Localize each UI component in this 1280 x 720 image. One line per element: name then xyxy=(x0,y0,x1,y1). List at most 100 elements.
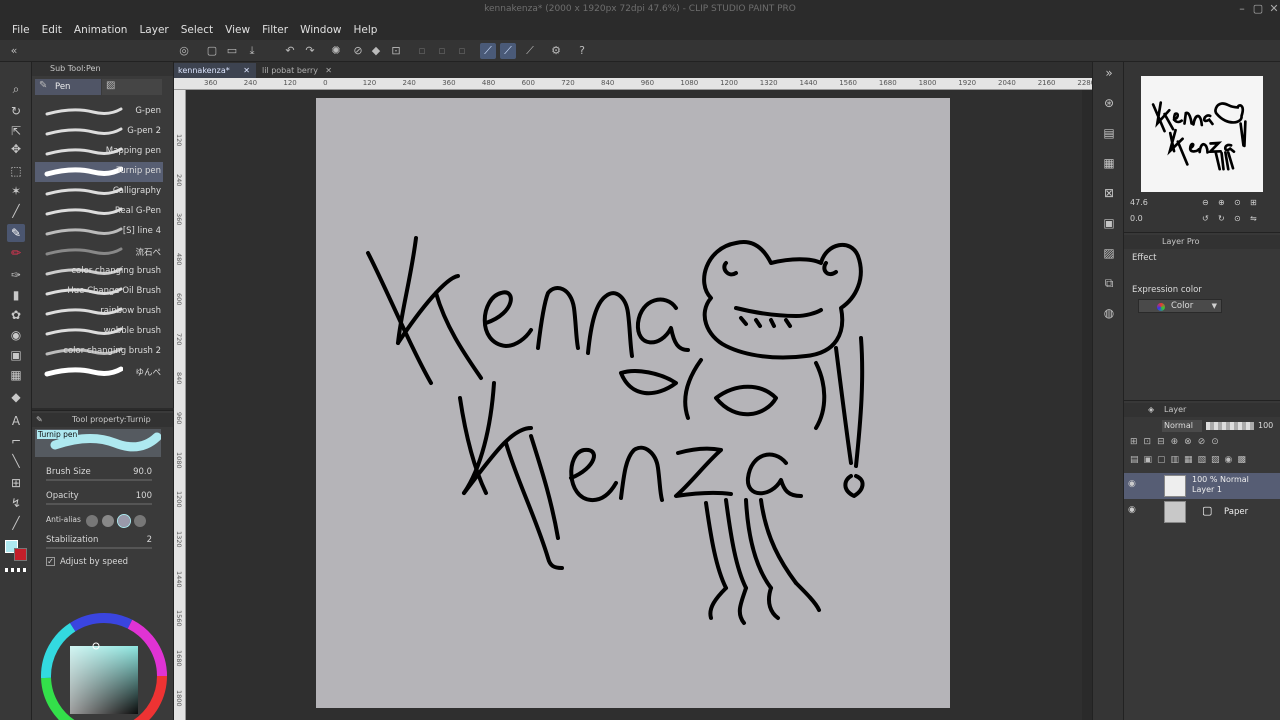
redo-icon[interactable]: ↷ xyxy=(302,43,318,59)
antialias-weak-button[interactable] xyxy=(102,515,114,527)
tab-lil-pobat-berry[interactable]: lil pobat berry ✕ xyxy=(258,63,338,78)
menu-animation[interactable]: Animation xyxy=(74,24,128,36)
rotate-right-icon[interactable]: ↻ xyxy=(1218,214,1225,223)
decoration-icon[interactable]: ✿ xyxy=(7,306,25,324)
transform-icon[interactable]: ⊡ xyxy=(388,43,404,59)
library-icon[interactable]: ▦ xyxy=(1100,154,1118,172)
opacity-row[interactable]: Opacity 100 xyxy=(46,491,166,505)
flip-horizontal-icon[interactable]: ⇋ xyxy=(1250,214,1257,223)
zoom-in-icon[interactable]: ⊕ xyxy=(1218,198,1225,207)
blend-tool-icon[interactable]: ◉ xyxy=(7,326,25,344)
layer-row[interactable]: ◉ Paper ▢ xyxy=(1124,499,1280,525)
menu-file[interactable]: File xyxy=(12,24,30,36)
navigator-thumbnail[interactable] xyxy=(1141,76,1263,192)
zoom-row[interactable]: 47.6 ⊖ ⊕ ⊙ ⊞ xyxy=(1130,198,1276,210)
pencil-tool-icon[interactable]: ✏ xyxy=(7,244,25,262)
auto-select-icon[interactable]: ✶ xyxy=(7,182,25,200)
save-icon[interactable]: ⤓ xyxy=(244,43,260,59)
menu-view[interactable]: View xyxy=(225,24,250,36)
brush-item[interactable]: Calligraphy xyxy=(35,182,163,202)
deselect-icon[interactable]: ▫ xyxy=(414,43,430,59)
brush-item[interactable]: color changing brush 2 xyxy=(35,342,163,362)
menu-window[interactable]: Window xyxy=(300,24,341,36)
gradient-icon[interactable]: ▦ xyxy=(7,366,25,384)
fill-tool-icon[interactable]: ▣ xyxy=(7,346,25,364)
clear-icon[interactable]: ✺ xyxy=(328,43,344,59)
balloon-tool-icon[interactable]: ⌐ xyxy=(7,432,25,450)
tab-close-icon[interactable]: ✕ xyxy=(325,63,332,78)
adjust-checkbox[interactable]: ✓ xyxy=(46,557,55,566)
layer-row[interactable]: ◉ 100 % Normal Layer 1 xyxy=(1124,473,1280,499)
maximize-icon[interactable]: ▢ xyxy=(1250,2,1266,16)
close-icon[interactable]: ✕ xyxy=(1266,2,1280,16)
history-icon[interactable]: ◍ xyxy=(1100,304,1118,322)
expression-color-select[interactable]: Color ▼ xyxy=(1138,299,1222,313)
fit-icon[interactable]: ⊙ xyxy=(1234,198,1241,207)
material-icon[interactable]: ▤ xyxy=(1100,124,1118,142)
snap-special-ruler-icon[interactable]: ⟋ xyxy=(500,43,516,59)
brush-item[interactable]: Hue Change Oil Brush xyxy=(35,282,163,302)
zoom-out-icon[interactable]: ⊖ xyxy=(1202,198,1209,207)
move-tool-icon[interactable]: ✥ xyxy=(7,140,25,158)
invert-selection-icon[interactable]: ▫ xyxy=(434,43,450,59)
rotation-row[interactable]: 0.0 ↺ ↻ ⊙ ⇋ xyxy=(1130,214,1276,226)
brush-item[interactable]: ゆんぺ xyxy=(35,362,163,382)
brush-size-row[interactable]: Brush Size 90.0 xyxy=(46,467,166,481)
folder-icon[interactable]: ▣ xyxy=(1100,214,1118,232)
text-tool-icon[interactable]: A xyxy=(7,412,25,430)
brush-item[interactable]: G-pen xyxy=(35,102,163,122)
selection-tool-icon[interactable]: ⬚ xyxy=(7,162,25,180)
brush-item[interactable]: Real G-Pen xyxy=(35,202,163,222)
rotate-tool-icon[interactable]: ↻ xyxy=(7,102,25,120)
menu-select[interactable]: Select xyxy=(181,24,213,36)
correct-line-icon[interactable]: ↯ xyxy=(7,494,25,512)
figure-tool-icon[interactable]: ╱ xyxy=(7,514,25,532)
ruler-tool-icon[interactable]: ╲ xyxy=(7,452,25,470)
tab-close-icon[interactable]: ✕ xyxy=(243,63,250,78)
search-layer-icon[interactable]: ⧉ xyxy=(1100,274,1118,292)
close-panel-icon[interactable]: ⊠ xyxy=(1100,184,1118,202)
eyedropper-icon[interactable]: ╱ xyxy=(7,202,25,220)
menu-help[interactable]: Help xyxy=(353,24,377,36)
menu-layer[interactable]: Layer xyxy=(139,24,168,36)
canvas-paper[interactable] xyxy=(316,98,950,708)
frame-tool-icon[interactable]: ⊞ xyxy=(7,474,25,492)
undo-icon[interactable]: ↶ xyxy=(282,43,298,59)
brush-item[interactable]: 流石ぺ xyxy=(35,242,163,262)
vertical-scrollbar[interactable] xyxy=(1082,90,1092,720)
rotate-left-icon[interactable]: ↺ xyxy=(1202,214,1209,223)
flip-icon[interactable]: ⊞ xyxy=(1250,198,1257,207)
airbrush-icon[interactable]: ▮ xyxy=(7,286,25,304)
stabilization-row[interactable]: Stabilization 2 xyxy=(46,535,166,549)
brush-item[interactable]: color changing brush xyxy=(35,262,163,282)
settings-icon[interactable]: ⚙ xyxy=(548,43,564,59)
zoom-tool-icon[interactable]: ⌕ xyxy=(7,80,25,98)
brush-tool-icon[interactable]: ✑ xyxy=(7,266,25,284)
stabilization-slider[interactable] xyxy=(46,547,152,549)
minimize-icon[interactable]: – xyxy=(1234,2,1250,16)
antialias-strong-button[interactable] xyxy=(134,515,146,527)
layer-opacity-value[interactable]: 100 xyxy=(1258,421,1273,430)
brush-item[interactable]: Mapping pen xyxy=(35,142,163,162)
crop-icon[interactable]: ▫ xyxy=(454,43,470,59)
reset-rotation-icon[interactable]: ⊙ xyxy=(1234,214,1241,223)
pen-tool-icon[interactable]: ✎ xyxy=(7,224,25,242)
sub-tool-tab-pen[interactable]: ✎ Pen xyxy=(35,79,101,95)
color-wheel[interactable] xyxy=(32,596,174,720)
menu-filter[interactable]: Filter xyxy=(262,24,288,36)
eraser-icon[interactable]: ◆ xyxy=(7,388,25,406)
open-file-icon[interactable]: ▭ xyxy=(224,43,240,59)
sub-tool-tab-marker[interactable]: ▨ xyxy=(102,79,162,95)
tab-kennakenza[interactable]: kennakenza* ✕ xyxy=(174,63,256,78)
brush-item[interactable]: wobble brush xyxy=(35,322,163,342)
object-tool-icon[interactable]: ⇱ xyxy=(7,122,25,140)
snap-ruler-icon[interactable]: ⟋ xyxy=(480,43,496,59)
brush-item[interactable]: rainbow brush xyxy=(35,302,163,322)
cut-icon[interactable]: ⊘ xyxy=(350,43,366,59)
snap-grid-icon[interactable]: ⟋ xyxy=(522,43,538,59)
menu-edit[interactable]: Edit xyxy=(42,24,62,36)
brush-item[interactable]: G-pen 2 xyxy=(35,122,163,142)
navigator-icon[interactable]: ⊛ xyxy=(1100,94,1118,112)
antialias-medium-button[interactable] xyxy=(117,514,131,528)
new-file-icon[interactable]: ▢ xyxy=(204,43,220,59)
